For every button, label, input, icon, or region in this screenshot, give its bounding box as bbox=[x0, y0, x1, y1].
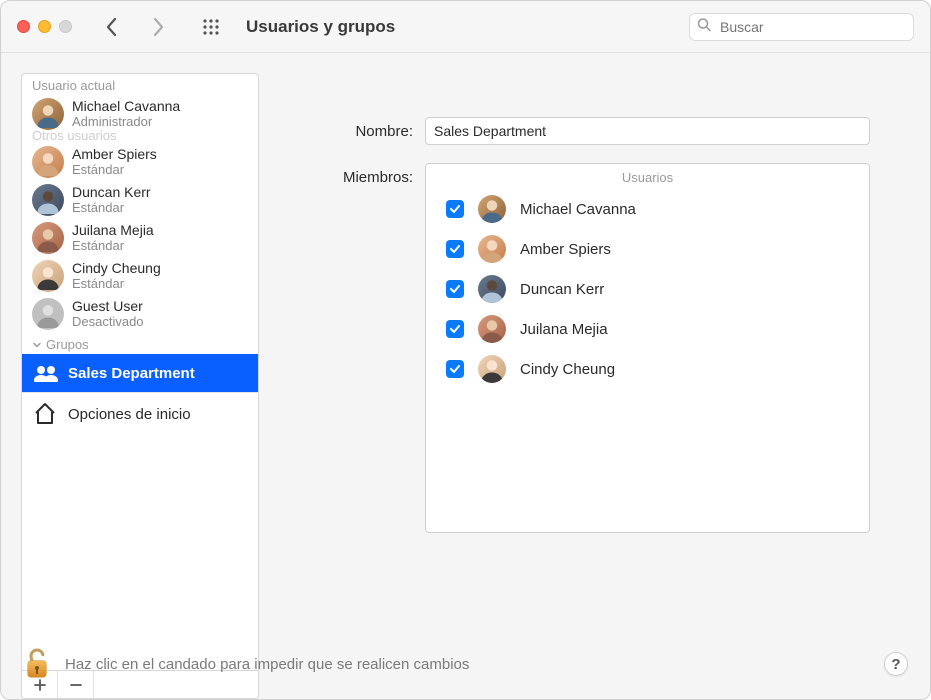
name-label: Nombre: bbox=[295, 123, 425, 140]
user-name: Guest User bbox=[72, 298, 144, 314]
home-icon bbox=[32, 401, 60, 427]
group-name: Sales Department bbox=[68, 365, 195, 382]
back-button[interactable] bbox=[96, 12, 126, 42]
lock-text: Haz clic en el candado para impedir que … bbox=[65, 656, 469, 673]
avatar bbox=[32, 146, 64, 178]
help-button[interactable]: ? bbox=[884, 652, 908, 676]
search-wrap bbox=[689, 13, 914, 41]
member-row[interactable]: Juilana Mejia bbox=[426, 309, 869, 349]
member-name: Duncan Kerr bbox=[520, 281, 604, 298]
group-name-input[interactable] bbox=[425, 117, 870, 145]
forward-button[interactable] bbox=[144, 12, 174, 42]
member-checkbox[interactable] bbox=[446, 320, 464, 338]
member-checkbox[interactable] bbox=[446, 280, 464, 298]
main-panel: Nombre: Miembros: Usuarios Michael Cavan… bbox=[277, 73, 910, 699]
member-name: Juilana Mejia bbox=[520, 321, 608, 338]
search-icon bbox=[697, 17, 711, 36]
sidebar-section-groups[interactable]: Grupos bbox=[22, 333, 258, 354]
sidebar-user[interactable]: Juilana Mejia Estándar bbox=[22, 219, 258, 257]
avatar bbox=[32, 184, 64, 216]
group-icon bbox=[32, 362, 60, 384]
sidebar-user[interactable]: Cindy Cheung Estándar bbox=[22, 257, 258, 295]
window-title: Usuarios y grupos bbox=[246, 17, 395, 37]
chevron-down-icon bbox=[32, 340, 42, 350]
avatar bbox=[32, 222, 64, 254]
user-role: Estándar bbox=[72, 163, 157, 178]
content: Usuario actual Michael Cavanna Administr… bbox=[1, 53, 930, 699]
name-row: Nombre: bbox=[295, 117, 870, 145]
member-row[interactable]: Cindy Cheung bbox=[426, 349, 869, 389]
minimize-window-button[interactable] bbox=[38, 20, 51, 33]
member-name: Amber Spiers bbox=[520, 241, 611, 258]
avatar bbox=[32, 260, 64, 292]
nav-arrows bbox=[96, 12, 174, 42]
user-role: Estándar bbox=[72, 201, 151, 216]
sidebar-section-current-user: Usuario actual bbox=[22, 74, 258, 95]
show-all-prefs-button[interactable] bbox=[196, 12, 226, 42]
member-checkbox[interactable] bbox=[446, 240, 464, 258]
avatar bbox=[478, 235, 506, 263]
avatar bbox=[32, 298, 64, 330]
user-name: Cindy Cheung bbox=[72, 260, 161, 276]
close-window-button[interactable] bbox=[17, 20, 30, 33]
sidebar-group-selected[interactable]: Sales Department bbox=[22, 354, 258, 392]
user-role: Estándar bbox=[72, 239, 154, 254]
members-row: Miembros: Usuarios Michael Cavanna Amber… bbox=[295, 163, 870, 533]
avatar bbox=[478, 355, 506, 383]
member-checkbox[interactable] bbox=[446, 200, 464, 218]
sidebar-user[interactable]: Duncan Kerr Estándar bbox=[22, 181, 258, 219]
sidebar-user-guest[interactable]: Guest User Desactivado bbox=[22, 295, 258, 333]
member-checkbox[interactable] bbox=[446, 360, 464, 378]
titlebar: Usuarios y grupos bbox=[1, 1, 930, 53]
member-row[interactable]: Amber Spiers bbox=[426, 229, 869, 269]
user-name: Michael Cavanna bbox=[72, 98, 180, 114]
user-role: Desactivado bbox=[72, 315, 144, 330]
traffic-lights bbox=[17, 20, 72, 33]
login-options-label: Opciones de inicio bbox=[68, 406, 191, 423]
sidebar: Usuario actual Michael Cavanna Administr… bbox=[21, 73, 259, 699]
login-options-button[interactable]: Opciones de inicio bbox=[22, 392, 258, 435]
member-name: Michael Cavanna bbox=[520, 201, 636, 218]
user-name: Amber Spiers bbox=[72, 146, 157, 162]
avatar bbox=[478, 195, 506, 223]
members-list: Usuarios Michael Cavanna Amber Spiers bbox=[425, 163, 870, 533]
members-column-header: Usuarios bbox=[426, 164, 869, 189]
avatar bbox=[478, 275, 506, 303]
user-role: Estándar bbox=[72, 277, 161, 292]
unlocked-padlock-icon[interactable] bbox=[23, 647, 51, 681]
lock-bar: Haz clic en el candado para impedir que … bbox=[1, 633, 930, 699]
sidebar-user[interactable]: Amber Spiers Estándar bbox=[22, 143, 258, 181]
member-name: Cindy Cheung bbox=[520, 361, 615, 378]
search-input[interactable] bbox=[689, 13, 914, 41]
members-label: Miembros: bbox=[295, 163, 425, 186]
groups-header-label: Grupos bbox=[46, 337, 89, 352]
member-row[interactable]: Michael Cavanna bbox=[426, 189, 869, 229]
member-row[interactable]: Duncan Kerr bbox=[426, 269, 869, 309]
avatar bbox=[478, 315, 506, 343]
maximize-window-button[interactable] bbox=[59, 20, 72, 33]
avatar bbox=[32, 98, 64, 130]
user-name: Duncan Kerr bbox=[72, 184, 151, 200]
user-name: Juilana Mejia bbox=[72, 222, 154, 238]
preferences-window: Usuarios y grupos Usuario actual Michael… bbox=[0, 0, 931, 700]
